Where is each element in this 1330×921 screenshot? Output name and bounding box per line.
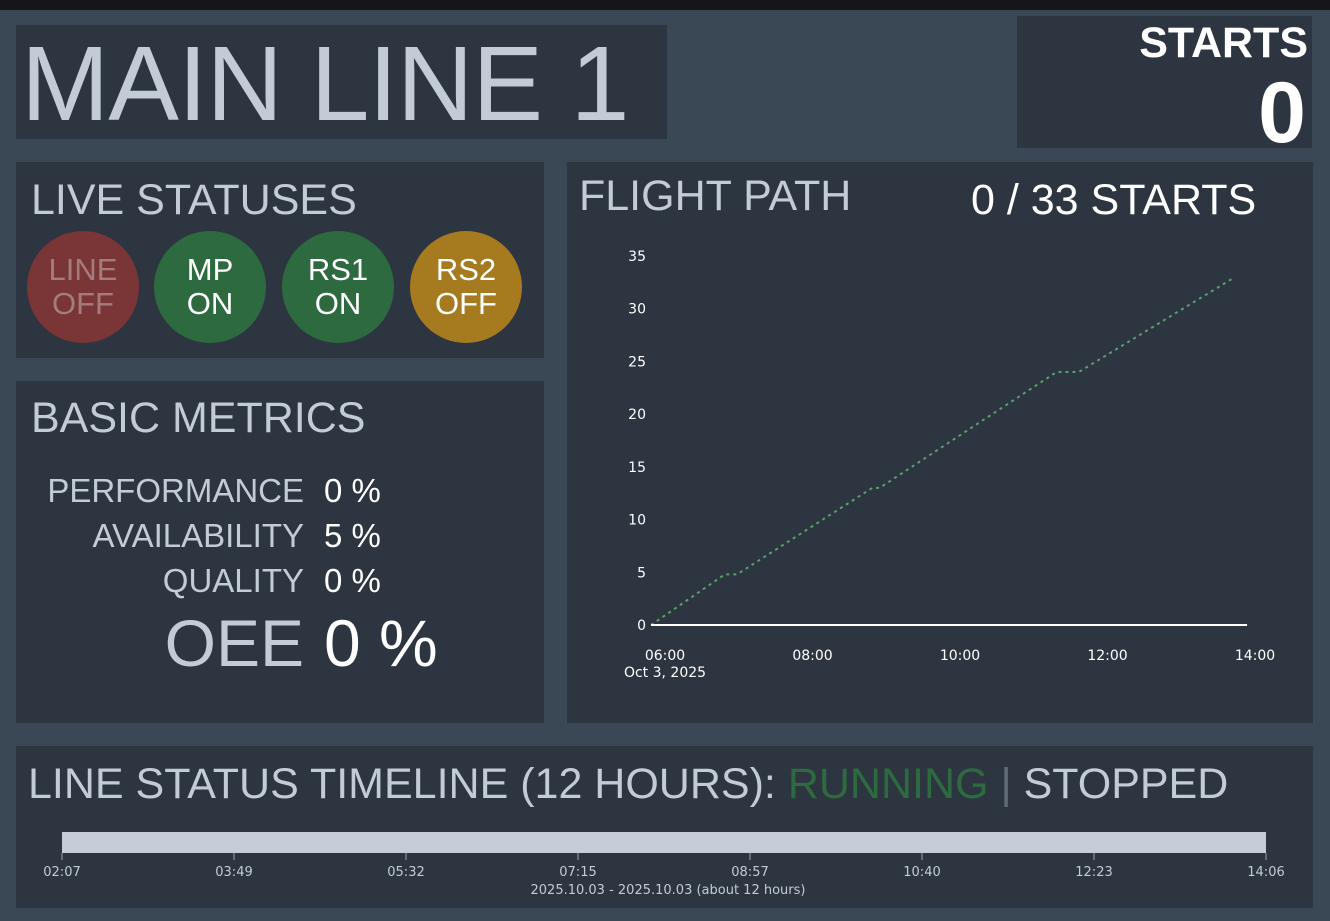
timeline-tick-label: 10:40 — [903, 865, 940, 880]
timeline-chart: 02:07 03:49 05:32 07:15 08:57 10:40 12:23 14:06… — [43, 832, 1285, 898]
timeline-tick-label: 07:15 — [559, 865, 596, 880]
metric-performance-label: PERFORMANCE — [47, 472, 304, 509]
y-tick-label: 30 — [628, 302, 646, 318]
starts-label: STARTS — [1139, 19, 1308, 67]
basic-metrics-title: BASIC METRICS — [31, 394, 366, 442]
y-tick-label: 15 — [628, 460, 646, 476]
metric-performance-value: 0 % — [324, 472, 381, 509]
y-tick-label: 5 — [637, 565, 646, 581]
status-mp-name: MP — [186, 252, 234, 287]
y-tick-label: 20 — [628, 407, 646, 423]
timeline-tick-label: 03:49 — [215, 865, 252, 880]
x-tick-label: 06:00 — [645, 648, 685, 664]
starts-panel: STARTS 0 — [1017, 16, 1312, 156]
flight-path-title: FLIGHT PATH — [579, 172, 852, 220]
timeline-tick-label: 05:32 — [387, 865, 424, 880]
metric-availability-value: 5 % — [324, 517, 381, 554]
top-bar — [0, 0, 1330, 10]
y-tick-label: 25 — [628, 354, 646, 370]
status-rs1: RS1 ON — [282, 231, 394, 343]
status-line-name: LINE — [48, 252, 118, 287]
metric-quality-value: 0 % — [324, 562, 381, 599]
metric-quality-label: QUALITY — [162, 562, 304, 599]
status-line: LINE OFF — [27, 231, 139, 343]
flight-path-panel: 0 5 10 15 20 25 30 35 06:00 08:00 10:00 12:00 14:00 O… — [567, 162, 1313, 723]
timeline-bar — [62, 832, 1266, 853]
y-tick-label: 10 — [628, 513, 646, 529]
status-rs1-state: ON — [314, 286, 362, 321]
timeline-tick-label: 12:23 — [1075, 865, 1112, 880]
timeline-range-label: 2025.10.03 - 2025.10.03 (about 12 hours) — [531, 883, 806, 898]
page-title: MAIN LINE 1 — [21, 25, 630, 143]
starts-value: 0 — [1258, 65, 1306, 161]
starts-series-line — [650, 276, 1236, 626]
status-line-state: OFF — [52, 286, 114, 321]
y-tick-label: 0 — [637, 618, 646, 634]
x-tick-label: 14:00 — [1235, 648, 1275, 664]
metric-oee-label: OEE — [164, 606, 304, 680]
x-tick-label: 10:00 — [940, 648, 980, 664]
live-statuses-panel: LIVE STATUSES LINE OFF MP ON RS1 ON RS2 … — [16, 162, 544, 358]
metric-oee-value: 0 % — [324, 606, 438, 680]
x-tick-date-label: Oct 3, 2025 — [624, 665, 706, 681]
line-status-timeline-panel: LINE STATUS TIMELINE (12 HOURS): RUNNING… — [16, 746, 1313, 908]
live-statuses-title: LIVE STATUSES — [31, 176, 357, 224]
flight-path-chart: 0 5 10 15 20 25 30 35 06:00 08:00 10:00 12:00 14:00 O… — [624, 249, 1275, 681]
timeline-tick-label: 08:57 — [731, 865, 768, 880]
timeline-tick-label: 14:06 — [1247, 865, 1284, 880]
basic-metrics-panel: BASIC METRICS PERFORMANCE 0 % AVAILABILI… — [16, 381, 544, 723]
y-tick-label: 35 — [628, 249, 646, 265]
status-rs2-name: RS2 — [435, 252, 497, 287]
status-mp: MP ON — [154, 231, 266, 343]
timeline-tick-label: 02:07 — [43, 865, 80, 880]
status-rs2-state: OFF — [435, 286, 497, 321]
status-rs2: RS2 OFF — [410, 231, 522, 343]
status-rs1-name: RS1 — [307, 252, 369, 287]
x-tick-label: 08:00 — [792, 648, 832, 664]
flight-path-count: 0 / 33 STARTS — [971, 176, 1257, 224]
x-tick-label: 12:00 — [1087, 648, 1127, 664]
title-panel: MAIN LINE 1 — [16, 25, 667, 139]
metric-availability-label: AVAILABILITY — [92, 517, 304, 554]
status-mp-state: ON — [186, 286, 234, 321]
